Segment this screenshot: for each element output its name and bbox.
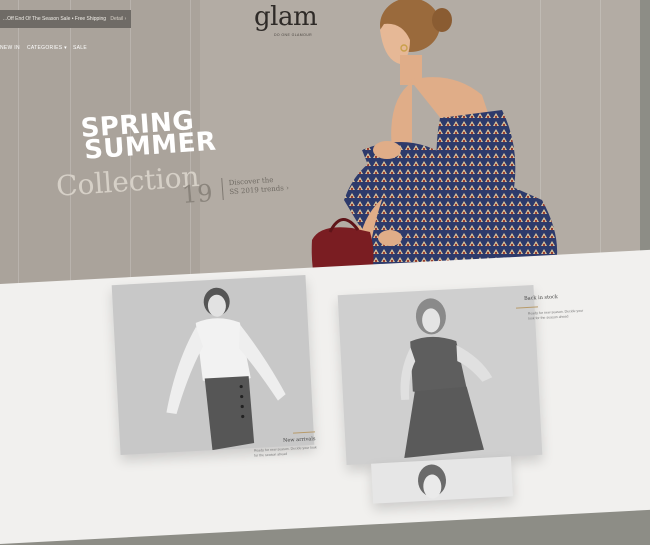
product-card-partial[interactable] (371, 456, 513, 504)
products-section (0, 247, 650, 545)
headline-line-2: SUMMER (83, 126, 218, 166)
promo-bar: ...Off End Of The Season Sale • Free Shi… (0, 10, 131, 28)
collection-year: 19 (181, 178, 214, 210)
promo-text: ...Off End Of The Season Sale • Free Shi… (3, 16, 107, 22)
landing-page-mockup: ...Off End Of The Season Sale • Free Shi… (0, 0, 650, 545)
nav-item-categories[interactable]: CATEGORIES ▾ (27, 45, 67, 51)
product-card-new-arrivals[interactable] (111, 275, 315, 455)
product-photo (166, 287, 286, 451)
promo-detail-link[interactable]: Detail › (110, 16, 126, 22)
hero-headline: SPRING SUMMER (80, 106, 218, 166)
nav-item-sale[interactable]: SALE (73, 45, 87, 51)
product-photo (400, 298, 493, 458)
product-card-back-in-stock[interactable] (337, 284, 543, 466)
nav-item-new[interactable]: NEW IN (0, 45, 20, 51)
product-photo (418, 464, 447, 499)
